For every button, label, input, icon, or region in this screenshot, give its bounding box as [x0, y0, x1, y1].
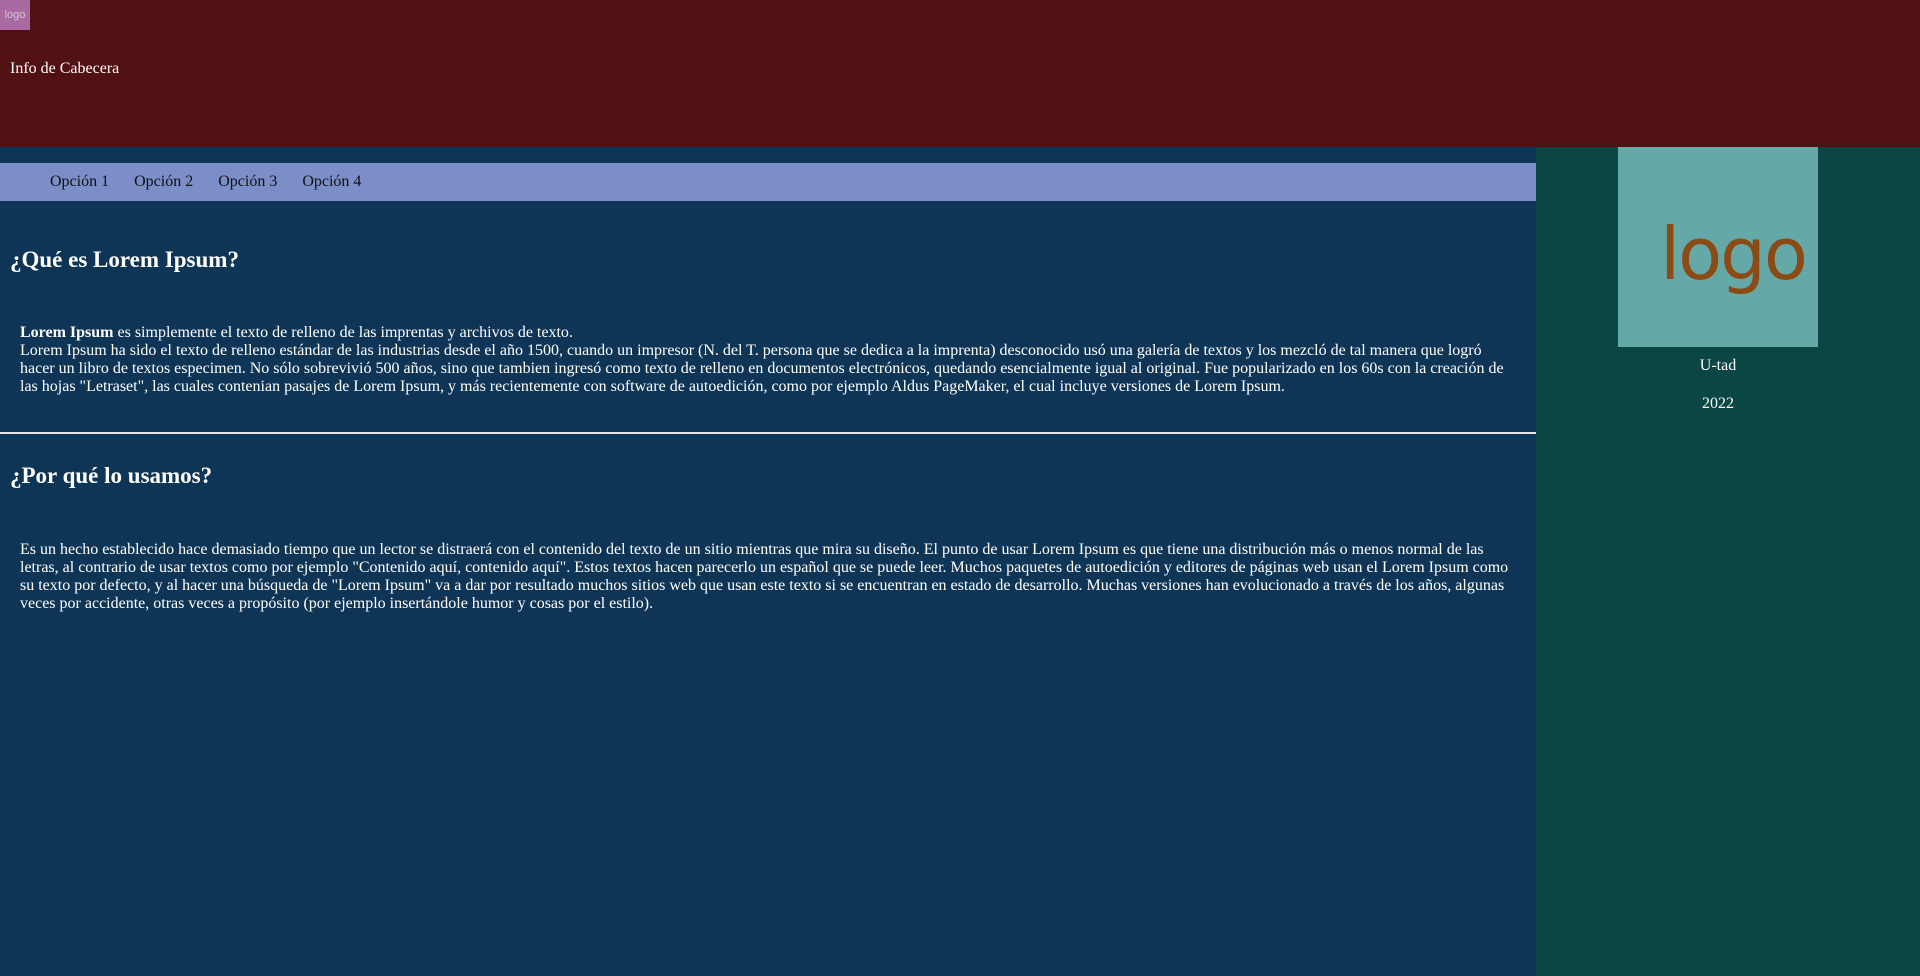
paragraph-bold-lead: Lorem Ipsum	[20, 324, 114, 341]
paragraph-lead-rest: es simplemente el texto de relleno de la…	[113, 324, 573, 341]
sidebar-logo: logo	[1618, 147, 1818, 347]
paragraph-body: Lorem Ipsum ha sido el texto de relleno …	[20, 342, 1504, 395]
section-paragraph-por-que: Es un hecho establecido hace demasiado t…	[20, 541, 1509, 612]
sidebar-org-name: U-tad	[1699, 357, 1737, 374]
section-divider	[0, 432, 1536, 434]
sidebar-logo-text: logo	[1660, 212, 1808, 296]
sidebar-year: 2022	[1702, 395, 1734, 412]
sidebar: logo U-tad 2022	[1536, 147, 1920, 976]
main-content: Opción 1 Opción 2 Opción 3 Opción 4 ¿Qué…	[0, 147, 1536, 976]
section-paragraph-que-es: Lorem Ipsum es simplemente el texto de r…	[20, 324, 1515, 396]
nav-item-opcion-3[interactable]: Opción 3	[218, 173, 277, 191]
section-title-por-que: ¿Por qué lo usamos?	[10, 463, 213, 488]
nav-item-opcion-4[interactable]: Opción 4	[302, 173, 361, 191]
section-title-que-es: ¿Qué es Lorem Ipsum?	[10, 247, 239, 272]
header-info-text: Info de Cabecera	[10, 60, 120, 77]
nav-item-opcion-2[interactable]: Opción 2	[134, 173, 193, 191]
nav-bar: Opción 1 Opción 2 Opción 3 Opción 4	[0, 163, 1536, 201]
header-logo: logo	[0, 0, 30, 30]
nav-item-opcion-1[interactable]: Opción 1	[50, 173, 109, 191]
page-header: logo Info de Cabecera	[0, 0, 1920, 147]
